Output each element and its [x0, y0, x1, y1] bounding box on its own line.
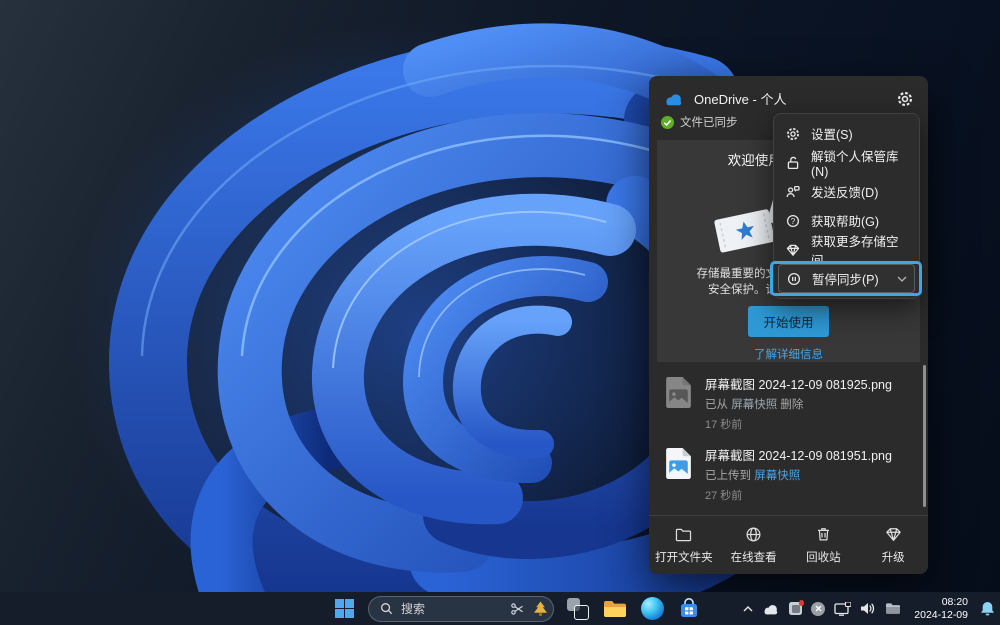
clock[interactable]: 08:20 2024-12-09 [914, 596, 968, 621]
notification-bell-button[interactable] [980, 601, 995, 617]
flyout-footer: 打开文件夹 在线查看 回收站 升级 [649, 515, 928, 574]
image-file-thumbnail-icon [665, 445, 692, 503]
start-button[interactable] [331, 596, 357, 622]
clock-date: 2024-12-09 [914, 609, 968, 622]
menu-item-get-more-storage[interactable]: 获取更多存储空间 [778, 235, 915, 264]
flyout-header: OneDrive - 个人 [649, 76, 928, 108]
file-explorer-icon [603, 599, 627, 619]
activity-item[interactable]: 屏幕截图 2024-12-09 081925.png 已从 屏幕快照 删除 17… [649, 367, 922, 438]
file-name: 屏幕截图 2024-12-09 081925.png [705, 374, 892, 393]
diamond-icon [785, 242, 801, 258]
onedrive-logo-icon [663, 92, 685, 106]
trash-icon [814, 525, 833, 544]
get-started-button[interactable]: 开始使用 [748, 306, 828, 337]
scrollbar-thumb[interactable] [923, 365, 926, 507]
tray-disconnected-icon[interactable] [811, 602, 825, 616]
taskbar: 搜索 [0, 592, 1000, 625]
settings-gear-button[interactable] [896, 90, 914, 108]
file-name: 屏幕截图 2024-12-09 081951.png [705, 445, 892, 464]
app-with-red-dot-icon [789, 602, 802, 615]
folder-link[interactable]: 屏幕快照 [754, 470, 800, 482]
open-folder-button[interactable]: 打开文件夹 [649, 525, 719, 565]
tray-app-notification-icon[interactable] [789, 602, 802, 615]
windows-logo-icon [335, 599, 354, 618]
diamond-icon [884, 525, 903, 544]
activity-item[interactable]: 屏幕截图 2024-12-09 081951.png 已上传到 屏幕快照 27 … [649, 438, 922, 509]
upgrade-button[interactable]: 升级 [858, 525, 928, 565]
view-online-button[interactable]: 在线查看 [719, 525, 789, 565]
file-action: 已上传到 屏幕快照 [705, 467, 892, 483]
display-project-icon[interactable] [834, 602, 851, 616]
scissors-icon [510, 602, 525, 616]
file-time: 17 秒前 [705, 416, 892, 432]
task-view-icon [567, 598, 589, 620]
sync-status-text: 文件已同步 [680, 114, 738, 130]
task-view-button[interactable] [565, 596, 591, 622]
globe-icon [744, 525, 763, 544]
feedback-icon [785, 184, 801, 200]
volume-icon[interactable] [860, 602, 876, 615]
file-action: 已从 屏幕快照 删除 [705, 396, 892, 412]
circle-x-icon [811, 602, 825, 616]
holiday-tree-icon [533, 601, 548, 617]
learn-more-link[interactable]: 了解详细信息 [754, 346, 823, 362]
menu-item-settings[interactable]: 设置(S) [778, 119, 915, 148]
deleted-file-thumbnail-icon [665, 374, 692, 432]
panel-title: OneDrive - 个人 [694, 89, 786, 108]
file-explorer-button[interactable] [602, 596, 628, 622]
cloud-icon [762, 603, 780, 615]
onedrive-context-menu: 设置(S) 解锁个人保管库(N) 发送反馈(D) ? [773, 113, 920, 299]
folder-link[interactable]: 屏幕快照 [731, 399, 777, 411]
search-icon [380, 602, 393, 615]
tray-overflow-chevron-button[interactable] [743, 606, 753, 612]
sync-complete-icon [661, 116, 674, 129]
activity-list: 屏幕截图 2024-12-09 081925.png 已从 屏幕快照 删除 17… [649, 367, 922, 516]
search-box[interactable]: 搜索 [368, 596, 554, 622]
help-icon: ? [785, 213, 801, 229]
recycle-bin-button[interactable]: 回收站 [789, 525, 859, 565]
menu-item-unlock-vault[interactable]: 解锁个人保管库(N) [778, 148, 915, 177]
menu-item-pause-sync[interactable]: 暂停同步(P) [778, 264, 915, 293]
pause-icon [786, 271, 802, 287]
bell-icon [980, 601, 995, 617]
clock-time: 08:20 [914, 596, 968, 609]
microsoft-store-button[interactable] [676, 596, 702, 622]
gear-icon [785, 126, 801, 142]
chevron-down-icon [897, 276, 907, 282]
tray-folder-icon[interactable] [885, 602, 901, 615]
chevron-up-icon [743, 606, 753, 612]
store-icon [678, 598, 700, 620]
folder-icon [674, 525, 693, 544]
menu-item-send-feedback[interactable]: 发送反馈(D) [778, 177, 915, 206]
system-tray: 08:20 2024-12-09 [743, 592, 995, 625]
file-time: 27 秒前 [705, 487, 892, 503]
taskbar-center-group: 搜索 [331, 592, 702, 625]
edge-browser-button[interactable] [639, 596, 665, 622]
svg-text:?: ? [791, 217, 796, 226]
search-placeholder: 搜索 [401, 600, 502, 617]
onedrive-tray-icon[interactable] [762, 603, 780, 615]
unlock-icon [785, 155, 801, 171]
edge-icon [641, 597, 664, 620]
star-ticket-shape [713, 209, 774, 253]
